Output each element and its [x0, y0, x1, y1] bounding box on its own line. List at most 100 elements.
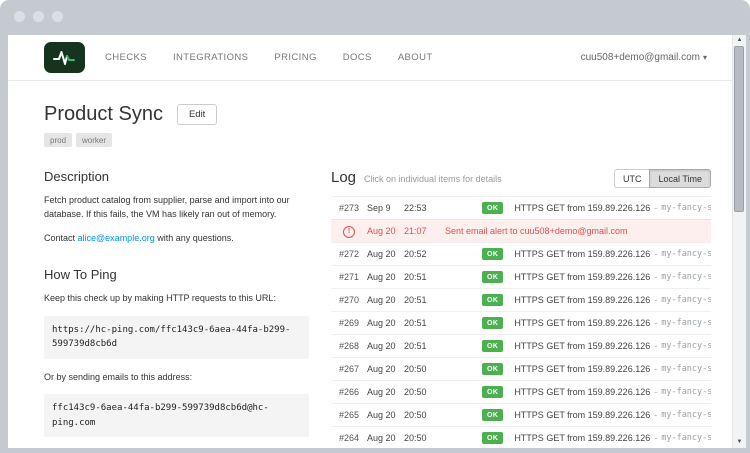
- log-row[interactable]: #267 Aug 20 20:50 OK HTTPS GET from 159.…: [331, 357, 711, 380]
- window-controls[interactable]: [14, 11, 63, 22]
- log-row-slug: my-fancy-sy…: [661, 295, 711, 305]
- timezone-toggle: UTC Local Time: [614, 169, 711, 188]
- alert-icon: !: [343, 226, 355, 238]
- log-row-date: Aug 20: [367, 249, 404, 259]
- ok-badge: OK: [482, 340, 503, 352]
- log-row-time: 20:50: [404, 387, 434, 397]
- browser-viewport: CHECKS INTEGRATIONS PRICING DOCS ABOUT c…: [8, 35, 746, 448]
- log-row-separator: -: [654, 318, 657, 328]
- log-row-message: HTTPS GET from 159.89.226.126: [514, 410, 650, 420]
- contact-prefix: Contact: [44, 233, 78, 243]
- utc-button[interactable]: UTC: [614, 169, 650, 188]
- log-row[interactable]: #266 Aug 20 20:50 OK HTTPS GET from 159.…: [331, 380, 711, 403]
- log-row-number: #272: [339, 249, 367, 259]
- account-email: cuu508+demo@gmail.com: [581, 52, 700, 63]
- log-row-date: Aug 20: [367, 364, 404, 374]
- log-row-message: HTTPS GET from 159.89.226.126: [514, 272, 650, 282]
- ok-badge: OK: [482, 202, 503, 214]
- log-row[interactable]: #270 Aug 20 20:51 OK HTTPS GET from 159.…: [331, 288, 711, 311]
- log-row-number: #269: [339, 318, 367, 328]
- nav-item-pricing[interactable]: PRICING: [274, 52, 316, 63]
- ok-badge: OK: [482, 248, 503, 260]
- chevron-down-icon: ▾: [703, 53, 707, 62]
- log-row-slug: my-fancy-sy…: [661, 341, 711, 351]
- log-row-slug: my-fancy-sy…: [661, 318, 711, 328]
- log-row-time: 20:50: [404, 410, 434, 420]
- log-row-slug: my-fancy-sy…: [661, 203, 711, 213]
- log-row-time: 21:07: [404, 226, 434, 236]
- log-row-date: Aug 20: [367, 272, 404, 282]
- log-table: #273 Sep 9 22:53 OK HTTPS GET from 159.8…: [331, 196, 711, 448]
- log-row-message: HTTPS GET from 159.89.226.126: [514, 203, 650, 213]
- account-menu[interactable]: cuu508+demo@gmail.com▾: [581, 52, 707, 63]
- ok-badge: OK: [482, 386, 503, 398]
- ok-badge: OK: [482, 363, 503, 375]
- log-row-time: 20:50: [404, 364, 434, 374]
- log-row-separator: -: [654, 295, 657, 305]
- ok-badge: OK: [482, 432, 503, 444]
- log-subtitle: Click on individual items for details: [364, 174, 502, 184]
- log-row-time: 22:53: [404, 203, 434, 213]
- log-row[interactable]: #271 Aug 20 20:51 OK HTTPS GET from 159.…: [331, 265, 711, 288]
- log-row-date: Aug 20: [367, 295, 404, 305]
- log-heading: Log: [331, 169, 356, 186]
- log-row-message: HTTPS GET from 159.89.226.126: [514, 387, 650, 397]
- local-time-button[interactable]: Local Time: [649, 169, 711, 188]
- log-row-time: 20:51: [404, 341, 434, 351]
- log-row-slug: my-fancy-sy…: [661, 387, 711, 397]
- nav-item-checks[interactable]: CHECKS: [105, 52, 147, 63]
- log-row[interactable]: #268 Aug 20 20:51 OK HTTPS GET from 159.…: [331, 334, 711, 357]
- log-row-number: #264: [339, 433, 367, 443]
- http-instruction: Keep this check up by making HTTP reques…: [44, 292, 309, 306]
- window-maximize-icon[interactable]: [52, 11, 63, 22]
- scroll-up-icon[interactable]: ▲: [733, 36, 746, 45]
- log-row-time: 20:51: [404, 318, 434, 328]
- brand-logo[interactable]: [44, 42, 85, 73]
- nav-item-about[interactable]: ABOUT: [398, 52, 433, 63]
- log-row-date: Aug 20: [367, 387, 404, 397]
- log-row[interactable]: #269 Aug 20 20:51 OK HTTPS GET from 159.…: [331, 311, 711, 334]
- log-row[interactable]: ! Aug 20 21:07 Sent email alert to cuu50…: [331, 219, 711, 242]
- nav-item-docs[interactable]: DOCS: [343, 52, 372, 63]
- log-row-separator: -: [654, 410, 657, 420]
- log-row[interactable]: #264 Aug 20 20:50 OK HTTPS GET from 159.…: [331, 426, 711, 448]
- ok-badge: OK: [482, 294, 503, 306]
- log-row-number: #268: [339, 341, 367, 351]
- log-row-number: #267: [339, 364, 367, 374]
- scroll-down-icon[interactable]: ▼: [733, 438, 746, 447]
- log-row-date: Sep 9: [367, 203, 404, 213]
- log-row-time: 20:50: [404, 433, 434, 443]
- nav-links: CHECKS INTEGRATIONS PRICING DOCS ABOUT: [105, 52, 433, 63]
- contact-email-link[interactable]: alice@example.org: [78, 233, 155, 243]
- ping-email-code: ffc143c9-6aea-44fa-b299-599739d8cb6d@hc-…: [44, 394, 309, 437]
- how-to-ping-heading: How To Ping: [44, 267, 309, 282]
- log-row-date: Aug 20: [367, 226, 404, 236]
- log-row-message: Sent email alert to cuu508+demo@gmail.co…: [445, 226, 627, 236]
- log-row-separator: -: [654, 387, 657, 397]
- tag-list: prod worker: [44, 133, 711, 147]
- ok-badge: OK: [482, 317, 503, 329]
- log-row-number: #273: [339, 203, 367, 213]
- scrollbar[interactable]: ▲ ▼: [732, 35, 746, 448]
- nav-item-integrations[interactable]: INTEGRATIONS: [173, 52, 248, 63]
- navbar: CHECKS INTEGRATIONS PRICING DOCS ABOUT c…: [8, 35, 733, 81]
- log-row-separator: -: [654, 203, 657, 213]
- log-row-message: HTTPS GET from 159.89.226.126: [514, 364, 650, 374]
- scrollbar-thumb[interactable]: [734, 46, 744, 212]
- window-close-icon[interactable]: [14, 11, 25, 22]
- alert-icon-cell: !: [339, 225, 367, 238]
- description-heading: Description: [44, 169, 309, 184]
- log-row-date: Aug 20: [367, 341, 404, 351]
- log-row-number: #266: [339, 387, 367, 397]
- window-minimize-icon[interactable]: [33, 11, 44, 22]
- log-row-number: #270: [339, 295, 367, 305]
- log-row-time: 20:51: [404, 272, 434, 282]
- log-row[interactable]: #273 Sep 9 22:53 OK HTTPS GET from 159.8…: [331, 196, 711, 219]
- description-text: Fetch product catalog from supplier, par…: [44, 194, 309, 222]
- log-row-time: 20:51: [404, 295, 434, 305]
- log-row-date: Aug 20: [367, 410, 404, 420]
- log-row-date: Aug 20: [367, 433, 404, 443]
- log-row[interactable]: #272 Aug 20 20:52 OK HTTPS GET from 159.…: [331, 242, 711, 265]
- log-row[interactable]: #265 Aug 20 20:50 OK HTTPS GET from 159.…: [331, 403, 711, 426]
- edit-button[interactable]: Edit: [177, 104, 217, 125]
